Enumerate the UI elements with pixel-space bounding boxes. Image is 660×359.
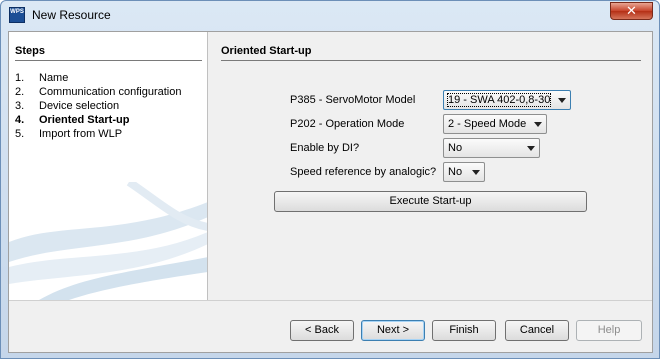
page-title: Oriented Start-up [221,45,312,57]
enable-by-di-select[interactable]: No [443,138,540,158]
operation-mode-select[interactable]: 2 - Speed Mode [443,114,547,134]
window-title: New Resource [32,8,111,22]
steps-list: 1. Name 2. Communication configuration 3. D… [15,71,181,141]
finish-button[interactable]: Finish [432,320,496,341]
title-bar[interactable]: WPS New Resource ✕ [1,1,659,29]
step-item-name: 1. Name [15,72,69,84]
back-button[interactable]: < Back [290,320,354,341]
servo-model-label: P385 - ServoMotor Model [290,94,416,106]
steps-panel: Steps 1. Name 2. Communication configurati… [9,32,208,300]
chevron-down-icon [472,170,480,175]
step-item-device-selection: 3. Device selection [15,100,120,112]
steps-divider [15,60,202,61]
content-divider [221,60,641,61]
app-icon: WPS [9,7,25,23]
close-button[interactable]: ✕ [610,2,653,20]
chevron-down-icon [527,146,535,151]
servo-model-select[interactable]: 19 - SWA 402-0,8-30 [443,90,571,110]
button-bar-divider [9,300,652,301]
operation-mode-label: P202 - Operation Mode [290,118,405,130]
content-panel: Oriented Start-up P385 - ServoMotor Mode… [209,32,652,300]
step-item-communication: 2. Communication configuration [15,86,182,98]
help-button[interactable]: Help [576,320,642,341]
execute-startup-button[interactable]: Execute Start-up [274,191,587,212]
chevron-down-icon [534,122,542,127]
dialog-window: WPS New Resource ✕ Steps 1. Name 2. Commun… [0,0,660,359]
speed-reference-label: Speed reference by analogic? [290,166,437,178]
step-item-oriented-startup: 4. Oriented Start-up [15,114,130,126]
speed-reference-select[interactable]: No [443,162,485,182]
chevron-down-icon [558,98,566,103]
dialog-client: Steps 1. Name 2. Communication configurati… [8,31,653,353]
next-button[interactable]: Next > [361,320,425,341]
decorative-swoosh [9,182,207,300]
steps-title: Steps [15,45,45,57]
step-item-import-wlp: 5. Import from WLP [15,128,123,140]
cancel-button[interactable]: Cancel [505,320,569,341]
enable-by-di-label: Enable by DI? [290,142,360,154]
